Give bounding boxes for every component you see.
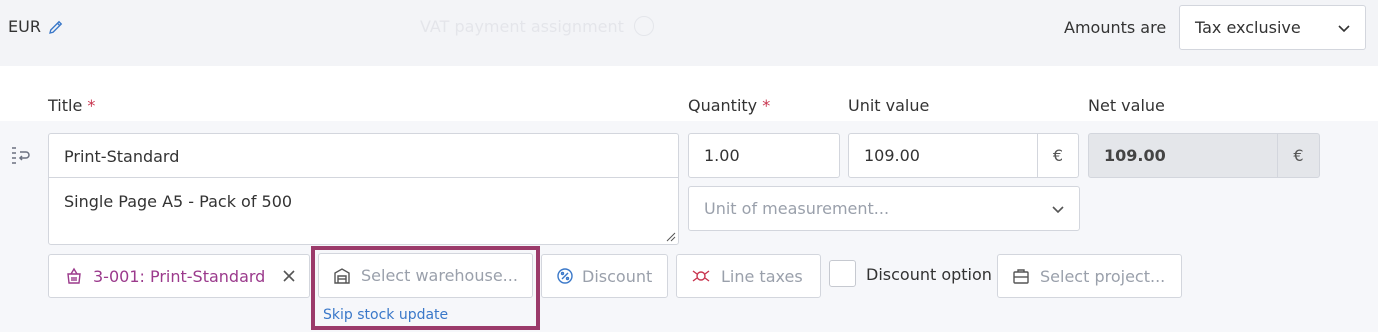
net-value-field: 109.00 [1088,133,1278,178]
invoice-settings-bar: EUR VAT payment assignment Amounts are T… [0,0,1378,66]
reorder-icon[interactable] [10,144,32,166]
unit-value-column-label: Unit value [848,96,930,115]
resize-handle-icon[interactable] [666,232,676,242]
amounts-select-value: Tax exclusive [1195,18,1301,37]
chevron-down-icon [1052,205,1064,213]
title-input[interactable]: Print-Standard [49,134,678,178]
net-value-column-label: Net value [1088,96,1165,115]
line-taxes-label: Line taxes [721,266,803,286]
discount-option-label: Discount option [866,265,992,284]
line-taxes-button[interactable]: Line taxes [676,254,821,298]
discount-option-checkbox[interactable] [829,260,856,287]
amounts-select[interactable]: Tax exclusive [1179,5,1366,50]
tax-icon [692,270,710,282]
ghost-text: VAT payment assignment [420,16,624,36]
currency-selector[interactable]: EUR [8,17,65,36]
quantity-input[interactable]: 1.00 [688,133,840,178]
barcode-basket-icon [67,267,81,284]
unit-currency-addon: € [1037,133,1079,178]
title-column-label: Title * [48,96,96,115]
amounts-label: Amounts are [1064,18,1167,37]
currency-label: EUR [8,17,41,36]
chevron-down-icon [1338,24,1350,32]
skip-stock-update-link[interactable]: Skip stock update [323,307,448,323]
description-textarea[interactable]: Single Page A5 - Pack of 500 [49,179,678,244]
briefcase-icon [1013,269,1029,284]
discount-label: Discount [582,266,653,286]
net-currency-addon: € [1277,133,1320,178]
close-icon[interactable] [281,268,297,284]
pencil-icon[interactable] [47,18,65,36]
project-select[interactable]: Select project... [997,254,1182,298]
discount-button[interactable]: Discount [541,254,668,298]
unit-of-measurement-select[interactable]: Unit of measurement... [688,186,1080,231]
quantity-column-label: Quantity * [688,96,771,115]
unit-value-input[interactable]: 109.00 [848,133,1038,178]
info-icon [633,16,654,36]
faded-row: VAT payment assignment [420,16,654,36]
discount-icon [557,268,573,284]
title-field-group: Print-Standard Single Page A5 - Pack of … [48,133,679,245]
uom-placeholder: Unit of measurement... [704,199,890,218]
product-chip-label: 3-001: Print-Standard [93,266,266,286]
project-placeholder: Select project... [1040,266,1166,286]
product-chip[interactable]: 3-001: Print-Standard [48,254,310,298]
